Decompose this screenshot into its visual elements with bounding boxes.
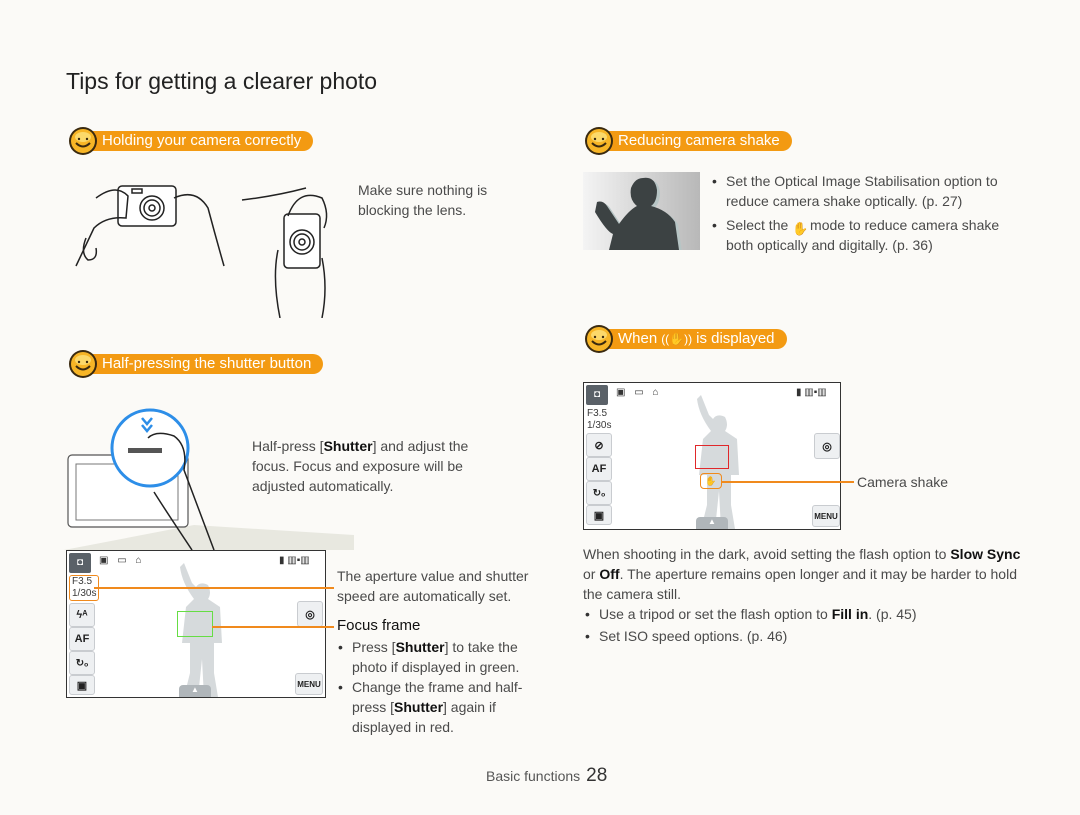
battery-icon: ▮ ▥▪▥ — [796, 387, 827, 398]
page-title: Tips for getting a clearer photo — [66, 68, 378, 94]
photo-settings-button[interactable]: ▣ — [586, 505, 612, 525]
focus-frame-green — [177, 611, 213, 637]
section-heading-when-displayed: When ((✋)) is displayed — [584, 325, 787, 353]
photo-settings-icon: ▣ — [593, 509, 605, 522]
shutter-key: Shutter — [323, 438, 373, 454]
flash-auto-button[interactable]: ϟᴬ — [69, 603, 95, 627]
holding-text: Make sure nothing is blocking the lens. — [358, 182, 488, 218]
section-heading-holding: Holding your camera correctly — [68, 127, 314, 155]
list-item: Press [Shutter] to take the photo if dis… — [336, 637, 536, 677]
focus-frame-bullets: Press [Shutter] to take the photo if dis… — [336, 637, 536, 737]
timer-off-button[interactable]: ↻ₒ — [69, 651, 95, 675]
timer-off-icon: ↻ₒ — [592, 487, 606, 499]
section-heading-reducing: Reducing camera shake — [584, 127, 792, 155]
section-title: Half-pressing the shutter button — [82, 354, 324, 374]
status-icons: ▣ ▭ ⌂ — [99, 555, 145, 566]
list-item: Use a tripod or set the flash option to … — [583, 604, 1023, 624]
callout-line-shake — [722, 481, 854, 483]
status-icons: ▣ ▭ ⌂ — [616, 387, 662, 398]
smart-auto-mode-icon[interactable]: ◘ — [586, 385, 608, 405]
smiley-sun-icon — [585, 127, 613, 155]
smiley-sun-icon — [69, 127, 97, 155]
reducing-bullets: Set the Optical Image Stabilisation opti… — [710, 171, 1020, 255]
flash-off-button[interactable]: ⊘ — [586, 433, 612, 457]
expand-tab-button[interactable]: ▲ — [696, 517, 728, 529]
when-displayed-bullets: Use a tripod or set the flash option to … — [583, 604, 1023, 646]
when-displayed-paragraph: When shooting in the dark, avoid setting… — [583, 546, 1021, 602]
timer-off-icon: ↻ₒ — [75, 657, 89, 669]
section-heading-half-press: Half-pressing the shutter button — [68, 350, 324, 378]
camera-screen-half-press: ◘ ▣ ▭ ⌂ ▮ ▥▪▥ F3.5 1/30s ϟᴬ AF ↻ₒ ▣ ◎ ME… — [66, 550, 326, 698]
focus-frame-red — [695, 445, 729, 469]
smiley-sun-icon — [585, 325, 613, 353]
ois-icon: ◎ — [822, 440, 832, 453]
holding-camera-illustration — [75, 185, 328, 318]
callout-line-focus — [212, 626, 334, 628]
af-icon: AF — [591, 463, 607, 475]
callout-line-aperture — [94, 587, 334, 589]
focus-frame-title: Focus frame — [337, 617, 421, 634]
dual-is-hand-icon: ✋ — [792, 221, 809, 236]
callout-aperture-text: The aperture value and shutter speed are… — [337, 568, 529, 604]
flash-auto-icon: ϟᴬ — [76, 609, 88, 621]
ois-button[interactable]: ◎ — [814, 433, 840, 459]
list-item: Change the frame and half-press [Shutter… — [336, 677, 536, 737]
af-button[interactable]: AF — [69, 627, 95, 651]
camera-shake-indicator: ✋ — [700, 473, 722, 489]
shake-warning-hand-icon: ((✋)) — [661, 332, 693, 346]
ois-icon: ◎ — [305, 608, 315, 621]
menu-button[interactable]: MENU — [295, 673, 323, 695]
flash-off-icon: ⊘ — [594, 439, 604, 452]
half-press-text: Half-press [Shutter] and adjust the focu… — [252, 438, 469, 494]
timer-off-button[interactable]: ↻ₒ — [586, 481, 612, 505]
page-number: 28 — [586, 765, 608, 786]
menu-button[interactable]: MENU — [812, 505, 840, 527]
section-title: Reducing camera shake — [598, 131, 792, 151]
list-item: Set ISO speed options. (p. 46) — [583, 626, 1023, 646]
battery-icon: ▮ ▥▪▥ — [279, 555, 310, 566]
af-icon: AF — [74, 633, 90, 645]
photo-settings-icon: ▣ — [76, 679, 88, 692]
expand-tab-button[interactable]: ▲ — [179, 685, 211, 697]
list-item: Select the ✋ mode to reduce camera shake… — [710, 215, 1020, 255]
section-title: Holding your camera correctly — [82, 131, 314, 151]
smiley-sun-icon — [69, 350, 97, 378]
photo-settings-button[interactable]: ▣ — [69, 675, 95, 695]
camera-screen-shake: ◘ ▣ ▭ ⌂ ▮ ▥▪▥ F3.5 1/30s ⊘ AF ↻ₒ ▣ ◎ MEN… — [583, 382, 841, 530]
page-footer: Basic functions 28 — [486, 765, 607, 787]
aperture-shutter-readout: F3.5 1/30s — [587, 408, 612, 431]
af-button[interactable]: AF — [586, 457, 612, 481]
smart-auto-mode-icon[interactable]: ◘ — [69, 553, 91, 573]
list-item: Set the Optical Image Stabilisation opti… — [710, 171, 1020, 211]
camera-shake-label: Camera shake — [857, 474, 949, 490]
footer-section: Basic functions — [486, 768, 581, 784]
ois-button[interactable]: ◎ — [297, 601, 323, 627]
shaky-person-photo — [583, 172, 700, 250]
section-title: When ((✋)) is displayed — [598, 329, 787, 349]
